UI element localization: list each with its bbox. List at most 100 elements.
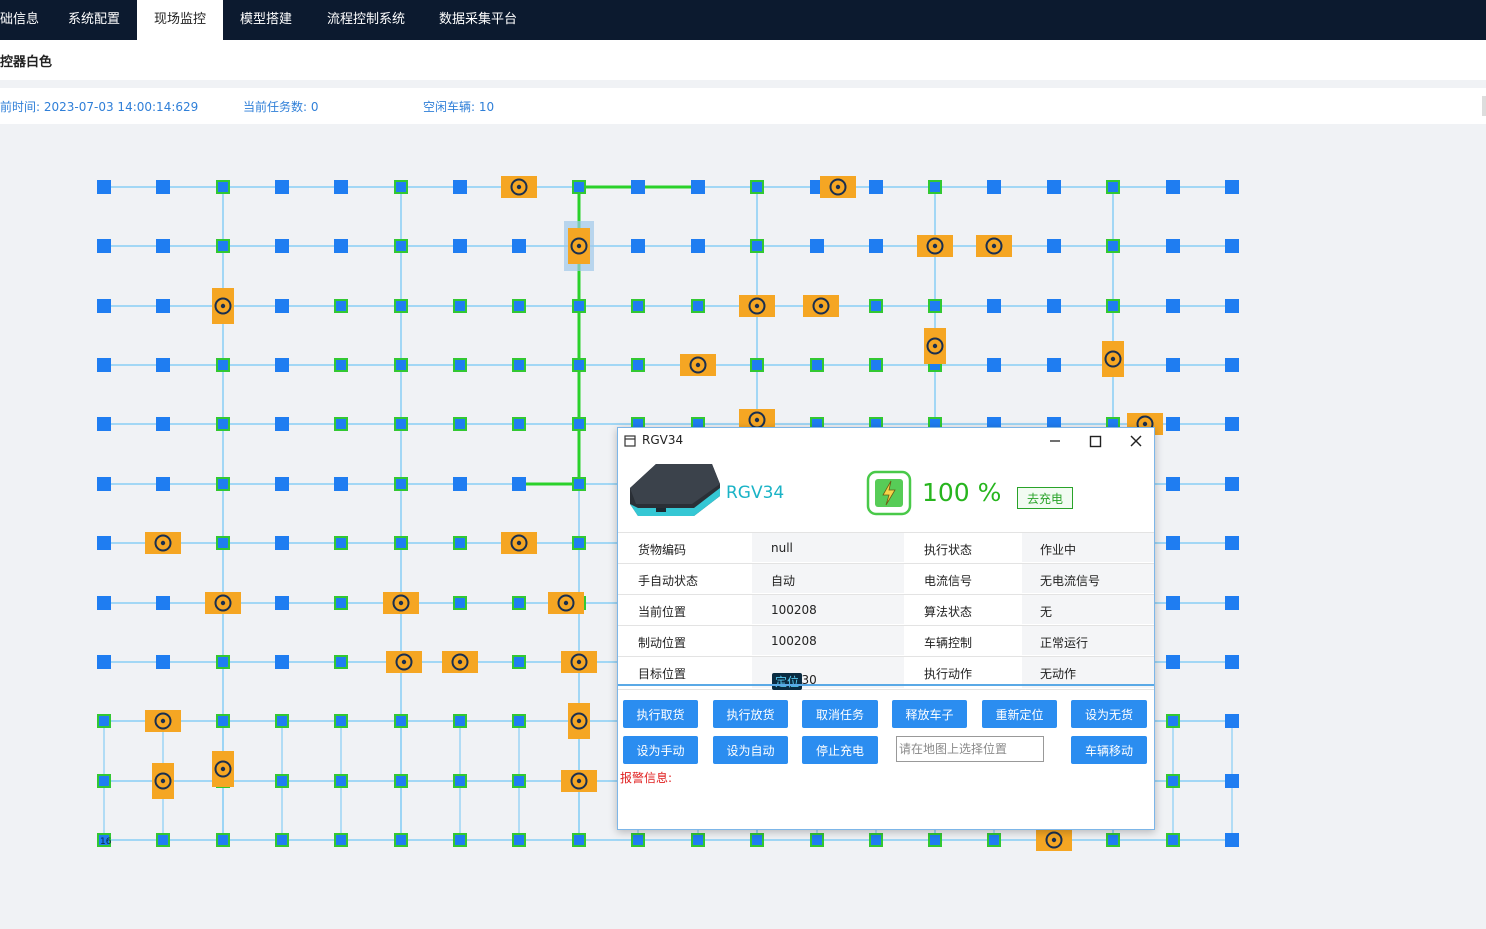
map-node[interactable] — [1225, 477, 1239, 491]
set-empty-button[interactable]: 设为无货 — [1071, 700, 1147, 728]
rgv-cart[interactable] — [820, 176, 856, 198]
rgv-cart[interactable] — [212, 751, 234, 787]
release-vehicle-button[interactable]: 释放车子 — [892, 700, 967, 728]
map-node[interactable] — [987, 180, 1001, 194]
map-node[interactable] — [572, 358, 586, 372]
map-node[interactable] — [394, 180, 408, 194]
map-node[interactable] — [1225, 536, 1239, 550]
map-node[interactable] — [453, 180, 467, 194]
map-node[interactable] — [453, 358, 467, 372]
map-node[interactable] — [453, 774, 467, 788]
map-node[interactable] — [572, 536, 586, 550]
map-node[interactable] — [1166, 299, 1180, 313]
map-node[interactable] — [1166, 833, 1180, 847]
map-node[interactable] — [512, 714, 526, 728]
map-node[interactable] — [334, 655, 348, 669]
nav-data-collection[interactable]: 数据采集平台 — [430, 0, 526, 40]
map-node[interactable] — [1225, 774, 1239, 788]
status-scroll-handle[interactable] — [1482, 96, 1486, 116]
nav-model-build[interactable]: 模型搭建 — [230, 0, 302, 40]
rgv-cart[interactable] — [917, 235, 953, 257]
map-node[interactable] — [1225, 596, 1239, 610]
set-manual-button[interactable]: 设为手动 — [623, 736, 698, 764]
map-node[interactable] — [810, 358, 824, 372]
map-node[interactable] — [512, 239, 526, 253]
map-node[interactable] — [275, 596, 289, 610]
map-node[interactable] — [453, 299, 467, 313]
rgv-cart[interactable] — [1102, 341, 1124, 377]
map-node[interactable] — [1225, 655, 1239, 669]
map-node[interactable] — [394, 833, 408, 847]
map-node[interactable] — [869, 358, 883, 372]
map-node[interactable] — [216, 417, 230, 431]
map-node[interactable] — [334, 833, 348, 847]
map-node[interactable] — [1225, 299, 1239, 313]
map-node[interactable] — [156, 358, 170, 372]
map-node[interactable] — [275, 239, 289, 253]
map-node[interactable] — [631, 833, 645, 847]
rgv-cart[interactable] — [924, 328, 946, 364]
map-node[interactable] — [869, 180, 883, 194]
map-node[interactable] — [810, 239, 824, 253]
map-node[interactable] — [1106, 299, 1120, 313]
rgv-cart[interactable] — [442, 651, 478, 673]
map-node[interactable] — [394, 417, 408, 431]
rgv-cart[interactable] — [680, 354, 716, 376]
map-node[interactable] — [691, 833, 705, 847]
rgv-cart[interactable] — [548, 592, 584, 614]
map-node[interactable] — [987, 358, 1001, 372]
map-node[interactable] — [216, 239, 230, 253]
map-node[interactable] — [156, 417, 170, 431]
map-node[interactable] — [512, 299, 526, 313]
map-node[interactable] — [1166, 358, 1180, 372]
map-node[interactable] — [275, 774, 289, 788]
map-node[interactable] — [810, 833, 824, 847]
map-node[interactable] — [453, 714, 467, 728]
map-node[interactable] — [97, 477, 111, 491]
map-node[interactable] — [334, 536, 348, 550]
map-node[interactable] — [216, 477, 230, 491]
map-node[interactable] — [1106, 180, 1120, 194]
map-node[interactable] — [156, 180, 170, 194]
nav-system-config[interactable]: 系统配置 — [58, 0, 130, 40]
map-node[interactable] — [1166, 417, 1180, 431]
map-node[interactable] — [691, 239, 705, 253]
rgv-cart[interactable] — [501, 532, 537, 554]
map-node[interactable] — [1047, 239, 1061, 253]
rgv-cart[interactable] — [152, 763, 174, 799]
map-node[interactable] — [1166, 774, 1180, 788]
map-node[interactable] — [572, 299, 586, 313]
map-node[interactable] — [928, 833, 942, 847]
map-node[interactable] — [750, 239, 764, 253]
map-node[interactable] — [156, 833, 170, 847]
map-node[interactable] — [394, 239, 408, 253]
map-node[interactable] — [97, 299, 111, 313]
map-node[interactable] — [1166, 180, 1180, 194]
map-node[interactable] — [453, 477, 467, 491]
rgv-cart[interactable] — [501, 176, 537, 198]
position-select-input[interactable] — [896, 736, 1044, 762]
rgv-cart[interactable] — [561, 770, 597, 792]
map-node[interactable] — [1225, 180, 1239, 194]
map-node[interactable] — [512, 477, 526, 491]
map-node[interactable] — [156, 299, 170, 313]
map-node[interactable] — [1166, 477, 1180, 491]
map-node[interactable] — [334, 358, 348, 372]
rgv-cart[interactable] — [145, 532, 181, 554]
map-node[interactable] — [1166, 596, 1180, 610]
nav-process-control[interactable]: 流程控制系统 — [318, 0, 414, 40]
map-node[interactable] — [216, 180, 230, 194]
map-node[interactable] — [512, 655, 526, 669]
map-node[interactable] — [453, 833, 467, 847]
rgv-cart[interactable] — [564, 221, 594, 271]
map-node[interactable] — [275, 417, 289, 431]
vehicle-move-button[interactable]: 车辆移动 — [1071, 736, 1147, 764]
map-node[interactable] — [1225, 417, 1239, 431]
map-node[interactable] — [394, 358, 408, 372]
rgv-cart[interactable] — [383, 592, 419, 614]
rgv-cart[interactable] — [568, 703, 590, 739]
locate-button[interactable]: 定位 — [772, 673, 803, 690]
map-node[interactable] — [275, 180, 289, 194]
map-node[interactable] — [216, 358, 230, 372]
map-node[interactable] — [156, 655, 170, 669]
